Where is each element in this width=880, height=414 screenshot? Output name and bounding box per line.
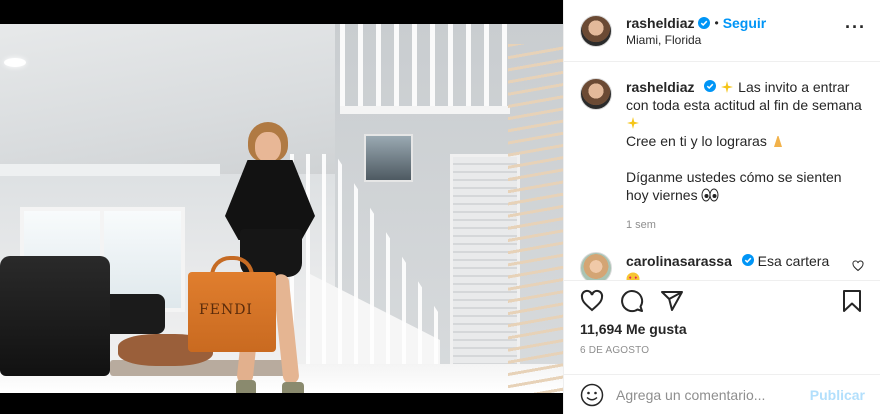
photo-fringe-decor bbox=[508, 44, 563, 393]
post-header: rasheldiaz • Seguir Miami, Florida ··· bbox=[564, 0, 880, 62]
photo-beam bbox=[0, 164, 220, 176]
photo-person-shoe-left bbox=[236, 380, 256, 393]
eyes-emoji-icon bbox=[701, 188, 719, 202]
author-username[interactable]: rasheldiaz bbox=[626, 15, 694, 31]
photo-wall-frame bbox=[364, 134, 413, 182]
share-icon bbox=[661, 291, 683, 311]
post-photo[interactable]: FENDI bbox=[0, 24, 563, 393]
sparkles-emoji-icon bbox=[721, 81, 734, 93]
post-date[interactable]: 6 DE AGOSTO bbox=[564, 339, 880, 367]
post-side-panel: rasheldiaz • Seguir Miami, Florida ··· r… bbox=[563, 0, 880, 414]
verified-badge-icon bbox=[741, 254, 754, 266]
post-location[interactable]: Miami, Florida bbox=[626, 33, 766, 47]
share-button[interactable] bbox=[652, 281, 692, 321]
heart-eyes-emoji-icon bbox=[626, 272, 640, 280]
follow-button[interactable]: Seguir bbox=[723, 15, 767, 31]
post-photo-pane[interactable]: FENDI bbox=[0, 0, 563, 414]
photo-upper-railing bbox=[340, 24, 510, 114]
comment-like-heart-icon[interactable] bbox=[852, 260, 864, 272]
photo-recliner bbox=[0, 256, 110, 376]
caption-avatar[interactable] bbox=[580, 78, 612, 110]
emoji-icon[interactable] bbox=[580, 383, 604, 407]
comment-icon bbox=[621, 290, 644, 313]
comment-button[interactable] bbox=[612, 281, 652, 321]
caption-username[interactable]: rasheldiaz bbox=[626, 79, 694, 95]
caption-time[interactable]: 1 sem bbox=[626, 216, 864, 234]
comment-text: Esa cartera bbox=[757, 253, 830, 269]
likes-count[interactable]: 11,694 Me gusta bbox=[564, 321, 880, 339]
add-comment-bar: Publicar bbox=[564, 374, 880, 414]
caption-body: rasheldiaz Las invito a entrar con toda … bbox=[626, 78, 864, 234]
commenter-avatar[interactable] bbox=[580, 252, 612, 280]
comment-input[interactable] bbox=[616, 386, 810, 403]
photo-ceiling bbox=[0, 24, 340, 174]
caption-text-line2: Cree en ti y lo lograras bbox=[626, 133, 767, 149]
photo-bag-brand: FENDI bbox=[199, 302, 253, 318]
comment-body: carolinasarassa Esa cartera bbox=[626, 252, 864, 280]
save-button[interactable] bbox=[832, 281, 872, 321]
more-icon[interactable]: ··· bbox=[845, 18, 866, 36]
author-avatar[interactable] bbox=[580, 14, 612, 47]
photo-ceiling-light bbox=[4, 58, 26, 67]
author-row: rasheldiaz • Seguir bbox=[626, 15, 766, 31]
separator-dot: • bbox=[714, 15, 719, 30]
photo-person-face bbox=[255, 132, 281, 162]
pray-emoji-icon bbox=[773, 136, 782, 147]
action-bar bbox=[564, 281, 880, 321]
heart-icon bbox=[580, 289, 604, 312]
comment-item: carolinasarassa Esa cartera bbox=[580, 252, 864, 280]
verified-badge-icon bbox=[704, 80, 717, 92]
caption-text-line3: Díganme ustedes cómo se sienten hoy vier… bbox=[626, 169, 842, 203]
verified-badge-icon bbox=[698, 16, 711, 29]
publish-button[interactable]: Publicar bbox=[810, 387, 865, 403]
author-info: rasheldiaz • Seguir Miami, Florida bbox=[626, 15, 766, 47]
like-button[interactable] bbox=[572, 281, 612, 321]
photo-person-shoe-right bbox=[282, 382, 304, 393]
sparkles-emoji-icon bbox=[627, 117, 639, 129]
commenter-username[interactable]: carolinasarassa bbox=[626, 253, 732, 269]
caption-text-block3: Díganme ustedes cómo se sienten hoy vier… bbox=[626, 168, 864, 204]
caption-comment: rasheldiaz Las invito a entrar con toda … bbox=[580, 78, 864, 234]
bookmark-icon bbox=[843, 290, 861, 312]
comments-section: rasheldiaz Las invito a entrar con toda … bbox=[564, 62, 880, 281]
